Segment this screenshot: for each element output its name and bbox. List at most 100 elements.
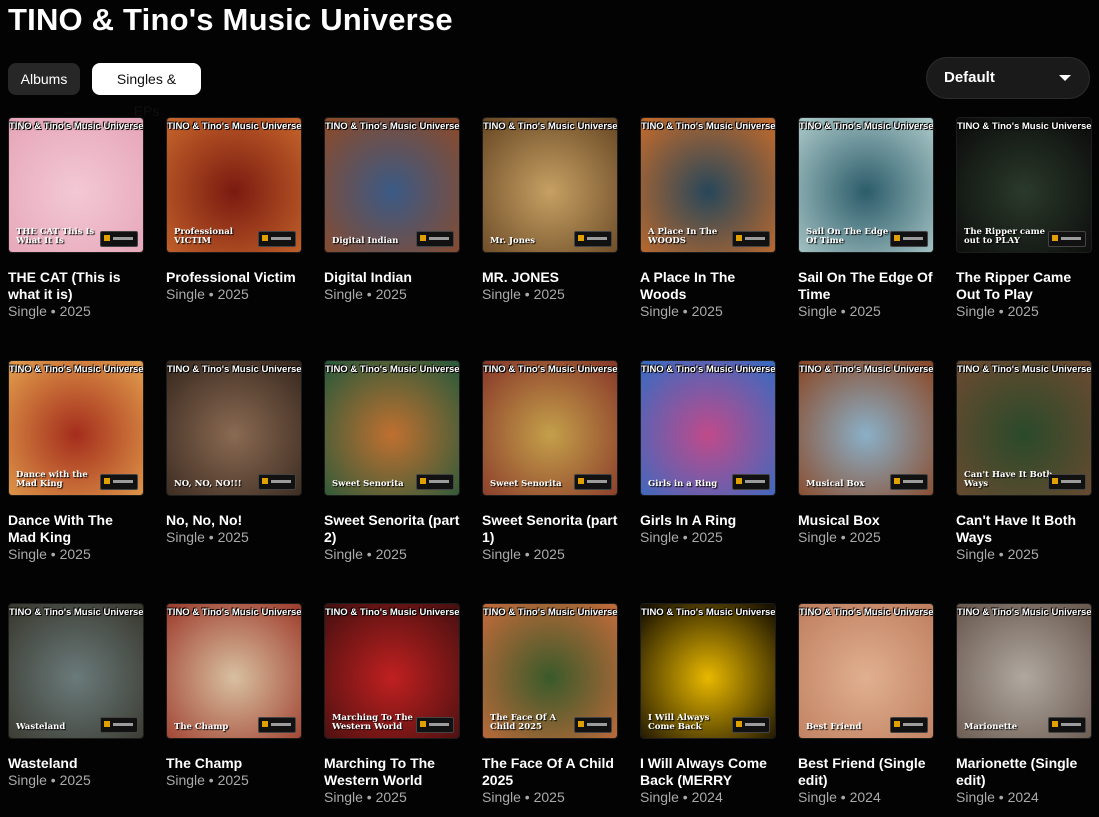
release-card[interactable]: TINO & Tino's Music Universe THE CAT This… bbox=[8, 117, 148, 320]
release-title[interactable]: Sail On The Edge Of Time bbox=[798, 269, 934, 303]
artwork-artist-banner: TINO & Tino's Music Universe bbox=[957, 364, 1092, 375]
release-title[interactable]: Sweet Senorita (part 1) bbox=[482, 512, 618, 546]
release-artwork[interactable]: TINO & Tino's Music Universe Best Friend bbox=[798, 603, 934, 739]
release-artwork[interactable]: TINO & Tino's Music Universe Sweet Senori… bbox=[324, 360, 460, 496]
release-meta: Single • 2025 bbox=[324, 546, 407, 562]
release-card[interactable]: TINO & Tino's Music Universe The Face Of … bbox=[482, 603, 622, 806]
release-meta: Single • 2024 bbox=[956, 789, 1039, 805]
artwork-logo-badge bbox=[890, 717, 928, 733]
release-artwork[interactable]: TINO & Tino's Music Universe A Place In T… bbox=[640, 117, 776, 253]
artwork-artist-banner: TINO & Tino's Music Universe bbox=[799, 607, 934, 618]
release-artwork[interactable]: TINO & Tino's Music Universe The Champ bbox=[166, 603, 302, 739]
release-card[interactable]: TINO & Tino's Music Universe Marionette Ma… bbox=[956, 603, 1096, 806]
release-meta: Single • 2025 bbox=[482, 789, 565, 805]
filter-chip-singles-eps[interactable]: Singles & EPs bbox=[92, 63, 201, 119]
artwork-caption: Mr. Jones bbox=[490, 236, 536, 246]
release-meta: Single • 2025 bbox=[482, 546, 565, 562]
release-card[interactable]: TINO & Tino's Music Universe Digital Indi… bbox=[324, 117, 464, 303]
artwork-logo-badge bbox=[574, 474, 612, 490]
release-title[interactable]: Digital Indian bbox=[324, 269, 460, 286]
release-artwork[interactable]: TINO & Tino's Music Universe I Will Alway… bbox=[640, 603, 776, 739]
artwork-logo-badge bbox=[416, 231, 454, 247]
release-card[interactable]: TINO & Tino's Music Universe The Ripper c… bbox=[956, 117, 1096, 320]
sort-dropdown-label: Default bbox=[944, 69, 995, 86]
artwork-artist-banner: TINO & Tino's Music Universe bbox=[641, 364, 776, 375]
release-artwork[interactable]: TINO & Tino's Music Universe Digital Indi… bbox=[324, 117, 460, 253]
release-artwork[interactable]: TINO & Tino's Music Universe Wasteland bbox=[8, 603, 144, 739]
release-artwork[interactable]: TINO & Tino's Music Universe THE CAT This… bbox=[8, 117, 144, 253]
release-title[interactable]: The Face Of A Child 2025 bbox=[482, 755, 618, 789]
artwork-logo-badge bbox=[890, 474, 928, 490]
release-title[interactable]: A Place In The Woods bbox=[640, 269, 776, 303]
release-artwork[interactable]: TINO & Tino's Music Universe The Ripper c… bbox=[956, 117, 1092, 253]
sort-dropdown[interactable]: Default bbox=[926, 57, 1090, 99]
release-title[interactable]: Dance With The Mad King bbox=[8, 512, 144, 546]
artwork-artist-banner: TINO & Tino's Music Universe bbox=[9, 607, 144, 618]
artwork-artist-banner: TINO & Tino's Music Universe bbox=[167, 121, 302, 132]
release-artwork[interactable]: TINO & Tino's Music Universe Girls in a R… bbox=[640, 360, 776, 496]
release-title[interactable]: Can't Have It Both Ways bbox=[956, 512, 1092, 546]
artwork-logo-badge bbox=[100, 717, 138, 733]
release-artwork[interactable]: TINO & Tino's Music Universe NO, NO, NO!!… bbox=[166, 360, 302, 496]
release-card[interactable]: TINO & Tino's Music Universe Dance with t… bbox=[8, 360, 148, 563]
release-title[interactable]: No, No, No! bbox=[166, 512, 302, 529]
release-card[interactable]: TINO & Tino's Music Universe Marching To … bbox=[324, 603, 464, 806]
release-card[interactable]: TINO & Tino's Music Universe A Place In T… bbox=[640, 117, 780, 320]
release-title[interactable]: Wasteland bbox=[8, 755, 144, 772]
filter-chip-albums[interactable]: Albums bbox=[8, 63, 80, 95]
release-title[interactable]: Marching To The Western World bbox=[324, 755, 460, 789]
release-card[interactable]: TINO & Tino's Music Universe Professional… bbox=[166, 117, 306, 303]
artwork-caption: Wasteland bbox=[16, 722, 66, 732]
artwork-caption: Marching To The Western World bbox=[332, 713, 413, 732]
release-card[interactable]: TINO & Tino's Music Universe Mr. Jones MR.… bbox=[482, 117, 622, 303]
release-card[interactable]: TINO & Tino's Music Universe NO, NO, NO!!… bbox=[166, 360, 306, 546]
release-artwork[interactable]: TINO & Tino's Music Universe Musical Box bbox=[798, 360, 934, 496]
release-card[interactable]: TINO & Tino's Music Universe Sail On The … bbox=[798, 117, 938, 320]
artwork-artist-banner: TINO & Tino's Music Universe bbox=[483, 121, 618, 132]
release-artwork[interactable]: TINO & Tino's Music Universe Marionette bbox=[956, 603, 1092, 739]
release-artwork[interactable]: TINO & Tino's Music Universe Professional… bbox=[166, 117, 302, 253]
release-card[interactable]: TINO & Tino's Music Universe The Champ The… bbox=[166, 603, 306, 789]
release-meta: Single • 2025 bbox=[166, 286, 249, 302]
release-title[interactable]: Musical Box bbox=[798, 512, 934, 529]
release-title[interactable]: The Ripper Came Out To Play bbox=[956, 269, 1092, 303]
release-card[interactable]: TINO & Tino's Music Universe Best Friend B… bbox=[798, 603, 938, 806]
artwork-logo-badge bbox=[574, 231, 612, 247]
artwork-logo-badge bbox=[890, 231, 928, 247]
release-card[interactable]: TINO & Tino's Music Universe Girls in a R… bbox=[640, 360, 780, 546]
artwork-caption: A Place In The WOODS bbox=[648, 227, 718, 246]
release-artwork[interactable]: TINO & Tino's Music Universe Mr. Jones bbox=[482, 117, 618, 253]
release-title[interactable]: Marionette (Single edit) bbox=[956, 755, 1092, 789]
release-title[interactable]: THE CAT (This is what it is) bbox=[8, 269, 144, 303]
release-artwork[interactable]: TINO & Tino's Music Universe Can't Have I… bbox=[956, 360, 1092, 496]
release-artwork[interactable]: TINO & Tino's Music Universe The Face Of … bbox=[482, 603, 618, 739]
artwork-logo-badge bbox=[258, 474, 296, 490]
artwork-caption: NO, NO, NO!!! bbox=[174, 479, 242, 489]
release-title[interactable]: Best Friend (Single edit) bbox=[798, 755, 934, 789]
release-title[interactable]: I Will Always Come Back (MERRY bbox=[640, 755, 776, 789]
release-card[interactable]: TINO & Tino's Music Universe Sweet Senori… bbox=[324, 360, 464, 563]
release-title[interactable]: Sweet Senorita (part 2) bbox=[324, 512, 460, 546]
release-meta: Single • 2024 bbox=[798, 789, 881, 805]
artwork-caption: Digital Indian bbox=[332, 236, 399, 246]
release-card[interactable]: TINO & Tino's Music Universe Musical Box M… bbox=[798, 360, 938, 546]
artwork-artist-banner: TINO & Tino's Music Universe bbox=[325, 121, 460, 132]
artwork-caption: Professional VICTIM bbox=[174, 227, 233, 246]
artwork-caption: Sweet Senorita bbox=[490, 479, 562, 489]
release-card[interactable]: TINO & Tino's Music Universe Wasteland Was… bbox=[8, 603, 148, 789]
release-title[interactable]: Professional Victim bbox=[166, 269, 302, 286]
release-meta: Single • 2025 bbox=[166, 529, 249, 545]
release-artwork[interactable]: TINO & Tino's Music Universe Sweet Senori… bbox=[482, 360, 618, 496]
release-card[interactable]: TINO & Tino's Music Universe Can't Have I… bbox=[956, 360, 1096, 563]
release-artwork[interactable]: TINO & Tino's Music Universe Sail On The … bbox=[798, 117, 934, 253]
release-artwork[interactable]: TINO & Tino's Music Universe Marching To … bbox=[324, 603, 460, 739]
release-meta: Single • 2025 bbox=[324, 789, 407, 805]
release-title[interactable]: Girls In A Ring bbox=[640, 512, 776, 529]
release-meta: Single • 2024 bbox=[640, 789, 723, 805]
release-card[interactable]: TINO & Tino's Music Universe Sweet Senori… bbox=[482, 360, 622, 563]
release-artwork[interactable]: TINO & Tino's Music Universe Dance with t… bbox=[8, 360, 144, 496]
release-card[interactable]: TINO & Tino's Music Universe I Will Alway… bbox=[640, 603, 780, 806]
release-title[interactable]: MR. JONES bbox=[482, 269, 618, 286]
chevron-down-icon bbox=[1059, 75, 1071, 81]
release-title[interactable]: The Champ bbox=[166, 755, 302, 772]
